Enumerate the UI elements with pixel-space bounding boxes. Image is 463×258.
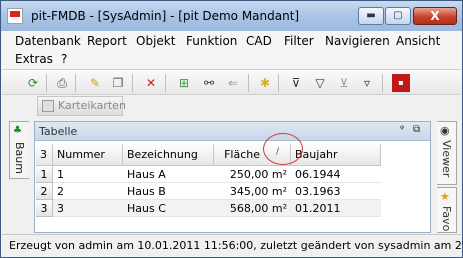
toolbar-separator — [132, 74, 133, 92]
toolbar: ⟳ ⎙ ✎ ❐ ✕ ⊞ ⚯ ⇐ ✱ ⊽ ▽ ⊻ ▿ ▪ — [2, 69, 461, 95]
star-icon: ★ — [440, 190, 450, 203]
card-icon — [42, 100, 54, 112]
copy-icon[interactable]: ❐ — [109, 74, 127, 92]
toolbar-separator — [382, 74, 383, 92]
toolbar-separator — [75, 74, 76, 92]
karteikarten-row: Karteikarten — [2, 95, 461, 119]
panel-header: Tabelle ᵠ ⧉ — [35, 122, 430, 141]
cell-flaeche[interactable]: 568,00 m² — [214, 200, 291, 217]
right-dock: ◉ Viewer ★ Favo — [437, 121, 457, 233]
toolbar-separator — [248, 74, 249, 92]
application-window: pit-FMDB - [SysAdmin] - [pit Demo Mandan… — [0, 0, 463, 258]
tab-viewer-label: Viewer — [440, 140, 453, 178]
tab-favoriten-label: Favo — [440, 206, 453, 232]
row-header[interactable]: 2 — [36, 183, 53, 200]
tree-icon: ♣ — [13, 125, 22, 136]
menu-filter[interactable]: Filter — [284, 34, 314, 48]
new-document-icon[interactable]: ✎ — [86, 74, 104, 92]
column-header-nummer[interactable]: Nummer — [53, 144, 123, 166]
binoculars-icon[interactable]: ⚯ — [200, 74, 218, 92]
cell-baujahr[interactable]: 01.2011 — [291, 200, 381, 217]
menu-funktion[interactable]: Funktion — [186, 34, 237, 48]
window-title: pit-FMDB - [SysAdmin] - [pit Demo Mandan… — [31, 9, 300, 23]
tab-baum[interactable]: ♣ Baum — [9, 121, 29, 179]
cell-bezeichnung[interactable]: Haus C — [123, 200, 214, 217]
toolbar-separator — [46, 74, 47, 92]
cell-baujahr[interactable]: 06.1944 — [291, 166, 381, 183]
table-row[interactable]: 2 2 Haus B 345,00 m² 03.1963 — [36, 183, 381, 200]
column-header-bezeichnung[interactable]: Bezeichnung — [123, 144, 214, 166]
cell-nummer[interactable]: 3 — [53, 200, 123, 217]
tab-viewer[interactable]: ◉ Viewer — [437, 121, 457, 185]
app-icon[interactable] — [7, 8, 23, 24]
menu-report[interactable]: Report — [87, 34, 127, 48]
tree-new-icon[interactable]: ⊞ — [175, 74, 193, 92]
filter-question-icon[interactable]: ▿ — [358, 74, 376, 92]
menu-ansicht[interactable]: Ansicht — [396, 34, 440, 48]
row-header[interactable]: 1 — [36, 166, 53, 183]
cell-bezeichnung[interactable]: Haus A — [123, 166, 214, 183]
tab-baum-label: Baum — [13, 142, 26, 174]
karteikarten-button[interactable]: Karteikarten — [37, 96, 126, 116]
tab-favoriten[interactable]: ★ Favo — [437, 187, 457, 233]
close-button[interactable]: X — [413, 7, 457, 25]
menu-navigieren[interactable]: Navigieren — [325, 34, 390, 48]
status-bar: Erzeugt von admin am 10.01.2011 11:56:00… — [2, 234, 463, 257]
row-header[interactable]: 3 — [36, 200, 53, 217]
back-arrow-icon[interactable]: ⇐ — [224, 74, 242, 92]
print-icon[interactable]: ⎙ — [53, 74, 71, 92]
eye-icon: ◉ — [440, 124, 450, 137]
toolbar-separator — [278, 74, 279, 92]
cell-nummer[interactable]: 1 — [53, 166, 123, 183]
pdf-icon[interactable]: ▪ — [392, 74, 410, 92]
status-text: Erzeugt von admin am 10.01.2011 11:56:00… — [9, 239, 463, 252]
menu-help[interactable]: ? — [61, 52, 67, 66]
pin-icon[interactable]: ᵠ — [400, 124, 404, 135]
cell-nummer[interactable]: 2 — [53, 183, 123, 200]
title-bar[interactable]: pit-FMDB - [SysAdmin] - [pit Demo Mandan… — [1, 1, 462, 31]
filter-yes-icon[interactable]: ⊽ — [287, 74, 305, 92]
cell-bezeichnung[interactable]: Haus B — [123, 183, 214, 200]
maximize-button[interactable]: ▢ — [385, 7, 411, 25]
minimize-button[interactable]: ▬ — [358, 7, 384, 25]
cell-flaeche[interactable]: 250,00 m² — [214, 166, 291, 183]
menu-bar: Datenbank Report Objekt Funktion CAD Fil… — [2, 31, 461, 69]
sort-highlight-ellipse — [263, 133, 303, 165]
delete-icon[interactable]: ✕ — [142, 74, 160, 92]
menu-datenbank[interactable]: Datenbank — [15, 34, 81, 48]
sparkle-icon[interactable]: ✱ — [256, 74, 274, 92]
filter-remove-icon[interactable]: ⊻ — [335, 74, 353, 92]
table-row[interactable]: 3 3 Haus C 568,00 m² 01.2011 — [36, 200, 381, 217]
filter-icon[interactable]: ▽ — [311, 74, 329, 92]
refresh-icon[interactable]: ⟳ — [24, 74, 42, 92]
column-header-baujahr[interactable]: Baujahr — [291, 144, 381, 166]
menu-extras[interactable]: Extras — [15, 52, 53, 66]
float-window-icon[interactable]: ⧉ — [413, 124, 420, 135]
toolbar-separator — [165, 74, 166, 92]
menu-cad[interactable]: CAD — [246, 34, 272, 48]
table-panel: Tabelle ᵠ ⧉ 3 Nummer Bezeichnung Fläche … — [34, 121, 431, 233]
menu-objekt[interactable]: Objekt — [136, 34, 175, 48]
sort-arrow-icon: / — [276, 147, 280, 157]
karteikarten-label: Karteikarten — [58, 99, 126, 112]
panel-title: Tabelle — [39, 125, 78, 138]
cell-baujahr[interactable]: 03.1963 — [291, 183, 381, 200]
cell-flaeche[interactable]: 345,00 m² — [214, 183, 291, 200]
row-count-header[interactable]: 3 — [36, 144, 53, 166]
table-row[interactable]: 1 1 Haus A 250,00 m² 06.1944 — [36, 166, 381, 183]
